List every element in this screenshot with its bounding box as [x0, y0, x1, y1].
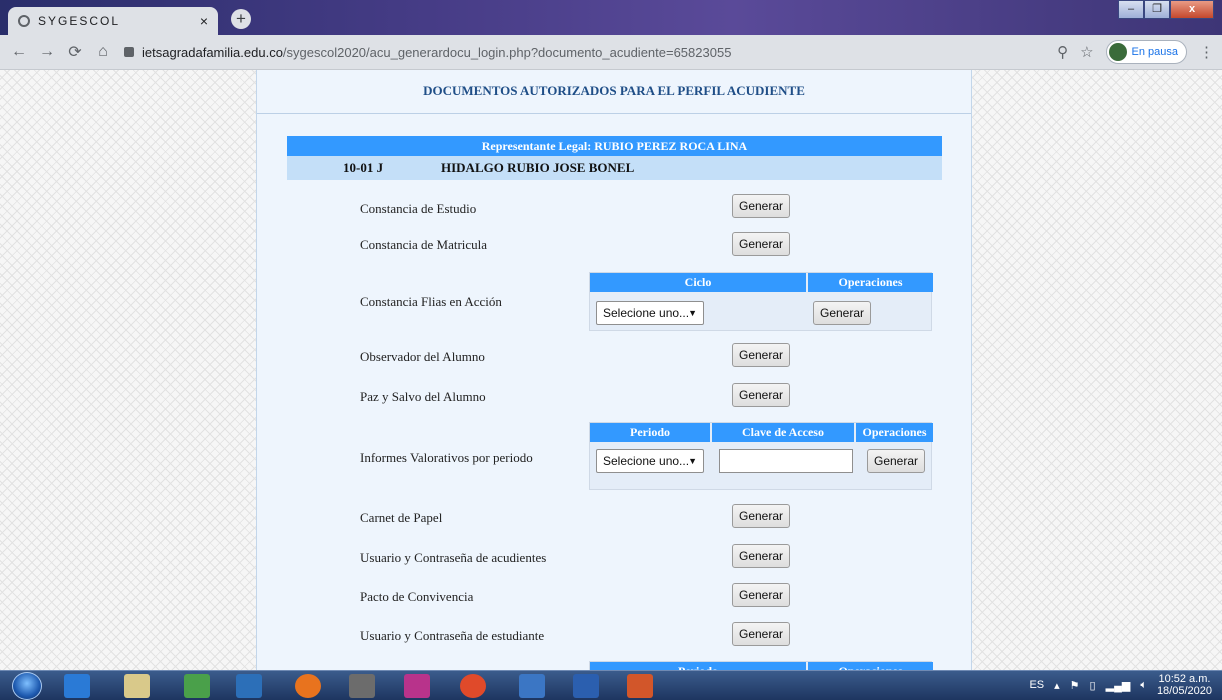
word-icon[interactable] — [573, 674, 599, 698]
globe-icon — [18, 15, 30, 27]
chevron-down-icon: ▼ — [688, 456, 697, 466]
flias-col-ciclo: Ciclo — [590, 273, 806, 292]
zoom-icon[interactable]: ⚲ — [1057, 43, 1068, 61]
generate-button-constancia-estudio[interactable]: Generar — [732, 194, 791, 218]
informes-col-periodo: Periodo — [590, 423, 710, 442]
flag-icon[interactable]: ⚑ — [1070, 679, 1080, 692]
firefox-icon[interactable] — [295, 674, 321, 698]
url-path: /sygescol2020/acu_generardocu_login.php?… — [282, 44, 732, 60]
page-title: DOCUMENTOS AUTORIZADOS PARA EL PERFIL AC… — [257, 70, 971, 114]
clock-date: 18/05/2020 — [1156, 685, 1212, 697]
close-window-button[interactable]: x — [1170, 0, 1214, 19]
lock-icon — [124, 47, 134, 57]
access-key-input[interactable] — [719, 449, 853, 473]
doc-label-paz-y-salvo: Paz y Salvo del Alumno — [360, 389, 486, 404]
ciclo-select-value: Selecione uno... — [603, 306, 690, 320]
doc-label-observador: Observador del Alumno — [360, 349, 485, 364]
clock[interactable]: 10:52 a.m. 18/05/2020 — [1157, 673, 1212, 697]
generate-button-informes[interactable]: Generar — [867, 449, 926, 473]
volume-icon[interactable]: 🔈︎ — [1140, 679, 1147, 692]
new-tab-button[interactable]: + — [231, 9, 251, 29]
generate-button-constancia-flias[interactable]: Generar — [813, 301, 872, 325]
generate-button-carnet[interactable]: Generar — [732, 504, 791, 528]
representative-header: Representante Legal: RUBIO PEREZ ROCA LI… — [287, 136, 942, 156]
access-icon[interactable] — [404, 674, 430, 698]
doc-label-carnet: Carnet de Papel — [360, 510, 443, 525]
browser-tab[interactable]: SYGESCOL × — [8, 7, 218, 35]
flias-col-operaciones: Operaciones — [808, 273, 933, 292]
informes-col-clave: Clave de Acceso — [712, 423, 854, 442]
generate-button-usuario-estudiante[interactable]: Generar — [732, 622, 791, 646]
browser-toolbar: ← → ⟳ ⌂ ietsagradafamilia.edu.co/sygesco… — [0, 35, 1222, 70]
taskbar: ES ▴ ⚑ ▯ ▂▄▆ 🔈︎ 10:52 a.m. 18/05/2020 — [0, 670, 1222, 700]
tools-icon[interactable] — [349, 674, 375, 698]
avatar — [1108, 43, 1127, 61]
menu-dots-icon[interactable]: ⋮ — [1199, 43, 1214, 61]
language-indicator[interactable]: ES — [1029, 679, 1044, 691]
student-row: 10-01 J HIDALGO RUBIO JOSE BONEL — [287, 156, 942, 180]
signal-icon[interactable]: ▂▄▆ — [1106, 679, 1131, 692]
maximize-button[interactable]: ❐ — [1144, 0, 1170, 19]
internet-explorer-icon[interactable] — [64, 674, 90, 698]
chevron-up-icon[interactable]: ▴ — [1054, 679, 1060, 692]
chrome-icon[interactable] — [460, 674, 486, 698]
system-tray: ES ▴ ⚑ ▯ ▂▄▆ 🔈︎ 10:52 a.m. 18/05/2020 — [1029, 673, 1212, 697]
generate-button-constancia-matricula[interactable]: Generar — [732, 232, 791, 256]
address-bar[interactable]: ietsagradafamilia.edu.co/sygescol2020/ac… — [124, 39, 1057, 65]
doc-label-informes-valorativos: Informes Valorativos por periodo — [360, 450, 533, 465]
doc-label-constancia-estudio: Constancia de Estudio — [360, 201, 477, 216]
vpn-icon[interactable] — [519, 674, 545, 698]
back-arrow-icon[interactable]: ← — [8, 43, 30, 61]
generate-button-usuario-acudientes[interactable]: Generar — [732, 544, 791, 568]
tab-title: SYGESCOL — [38, 14, 121, 28]
main-panel: DOCUMENTOS AUTORIZADOS PARA EL PERFIL AC… — [256, 70, 972, 670]
minimize-button[interactable]: – — [1118, 0, 1144, 19]
media-player-icon[interactable] — [236, 674, 262, 698]
profile-button[interactable]: En pausa — [1105, 40, 1187, 64]
url-host: ietsagradafamilia.edu.co — [142, 44, 283, 60]
forward-arrow-icon[interactable]: → — [36, 43, 58, 61]
informes-col-operaciones: Operaciones — [856, 423, 933, 442]
student-course: 10-01 J — [343, 160, 384, 175]
doc-label-usuario-acudientes: Usuario y Contraseña de acudientes — [360, 550, 547, 565]
powerpoint-icon[interactable] — [627, 674, 653, 698]
profile-label: En pausa — [1131, 46, 1178, 58]
media-center-icon[interactable] — [184, 674, 210, 698]
window-controls: – ❐ x — [1118, 0, 1214, 19]
next-col-periodo: Periodo — [590, 662, 806, 670]
start-button[interactable] — [12, 672, 42, 700]
generate-button-observador[interactable]: Generar — [732, 343, 791, 367]
chevron-down-icon: ▼ — [688, 308, 697, 318]
ciclo-select[interactable]: Selecione uno... ▼ — [596, 301, 704, 325]
tab-strip: SYGESCOL × + – ❐ x — [0, 0, 1222, 35]
reload-icon[interactable]: ⟳ — [64, 42, 86, 62]
student-name: HIDALGO RUBIO JOSE BONEL — [441, 160, 635, 175]
doc-label-constancia-matricula: Constancia de Matricula — [360, 237, 488, 252]
clock-time: 10:52 a.m. — [1158, 673, 1211, 685]
generate-button-pacto-convivencia[interactable]: Generar — [732, 583, 791, 607]
flias-table: Ciclo Operaciones Selecione uno... ▼ Gen… — [589, 272, 933, 331]
periodo-select[interactable]: Selecione uno... ▼ — [596, 449, 704, 473]
next-col-operaciones: Operaciones — [808, 662, 933, 670]
periodo-select-value: Selecione uno... — [603, 454, 690, 468]
doc-label-usuario-estudiante: Usuario y Contraseña de estudiante — [360, 628, 545, 643]
home-icon[interactable]: ⌂ — [92, 43, 114, 61]
star-icon[interactable]: ☆ — [1080, 43, 1093, 61]
file-explorer-icon[interactable] — [124, 674, 150, 698]
page-background: DOCUMENTOS AUTORIZADOS PARA EL PERFIL AC… — [0, 70, 1222, 670]
doc-label-pacto-convivencia: Pacto de Convivencia — [360, 589, 474, 604]
toolbar-actions: ⚲ ☆ En pausa ⋮ — [1057, 40, 1214, 64]
generate-button-paz-y-salvo[interactable]: Generar — [732, 383, 791, 407]
tab-close-icon[interactable]: × — [200, 13, 208, 29]
informes-table: Periodo Clave de Acceso Operaciones Sele… — [589, 422, 933, 490]
battery-icon[interactable]: ▯ — [1090, 679, 1096, 692]
next-table: Periodo Operaciones — [589, 661, 933, 670]
doc-label-constancia-flias: Constancia Flias en Acción — [360, 294, 502, 309]
